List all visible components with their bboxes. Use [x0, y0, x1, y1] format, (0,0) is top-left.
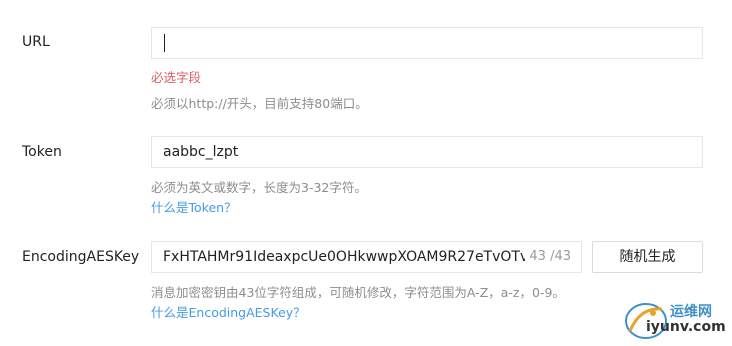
- url-label: URL: [22, 34, 50, 50]
- text-cursor: [164, 34, 165, 52]
- watermark-subtitle: iyunv.com: [646, 319, 726, 335]
- token-input[interactable]: aabbc_lzpt: [151, 136, 703, 168]
- url-input[interactable]: [151, 27, 703, 59]
- url-required-error: 必选字段: [151, 70, 202, 85]
- aes-key-input[interactable]: FxHTAHMr91IdeaxpcUe0OHkwwpXOAM9R27eTvOTv…: [151, 241, 582, 273]
- token-hint: 必须为英文或数字，长度为3-32字符。: [151, 180, 367, 195]
- aes-key-input-value: FxHTAHMr91IdeaxpcUe0OHkwwpXOAM9R27eTvOTv: [163, 249, 529, 265]
- watermark-title: 运维网: [670, 304, 712, 320]
- token-label: Token: [22, 144, 62, 160]
- random-generate-button[interactable]: 随机生成: [592, 241, 703, 273]
- aes-key-char-counter: 43 /43: [525, 242, 571, 272]
- watermark-logo: 运维网 iyunv.com: [622, 299, 726, 341]
- url-hint: 必须以http://开头，目前支持80端口。: [151, 96, 368, 111]
- token-help-link[interactable]: 什么是Token？: [151, 197, 237, 216]
- aes-key-help-link[interactable]: 什么是EncodingAESKey？: [151, 302, 306, 321]
- aes-key-label: EncodingAESKey: [22, 249, 140, 265]
- aes-key-hint: 消息加密密钥由43位字符组成，可随机修改，字符范围为A-Z，a-z，0-9。: [151, 285, 565, 300]
- token-input-value: aabbc_lzpt: [163, 144, 239, 160]
